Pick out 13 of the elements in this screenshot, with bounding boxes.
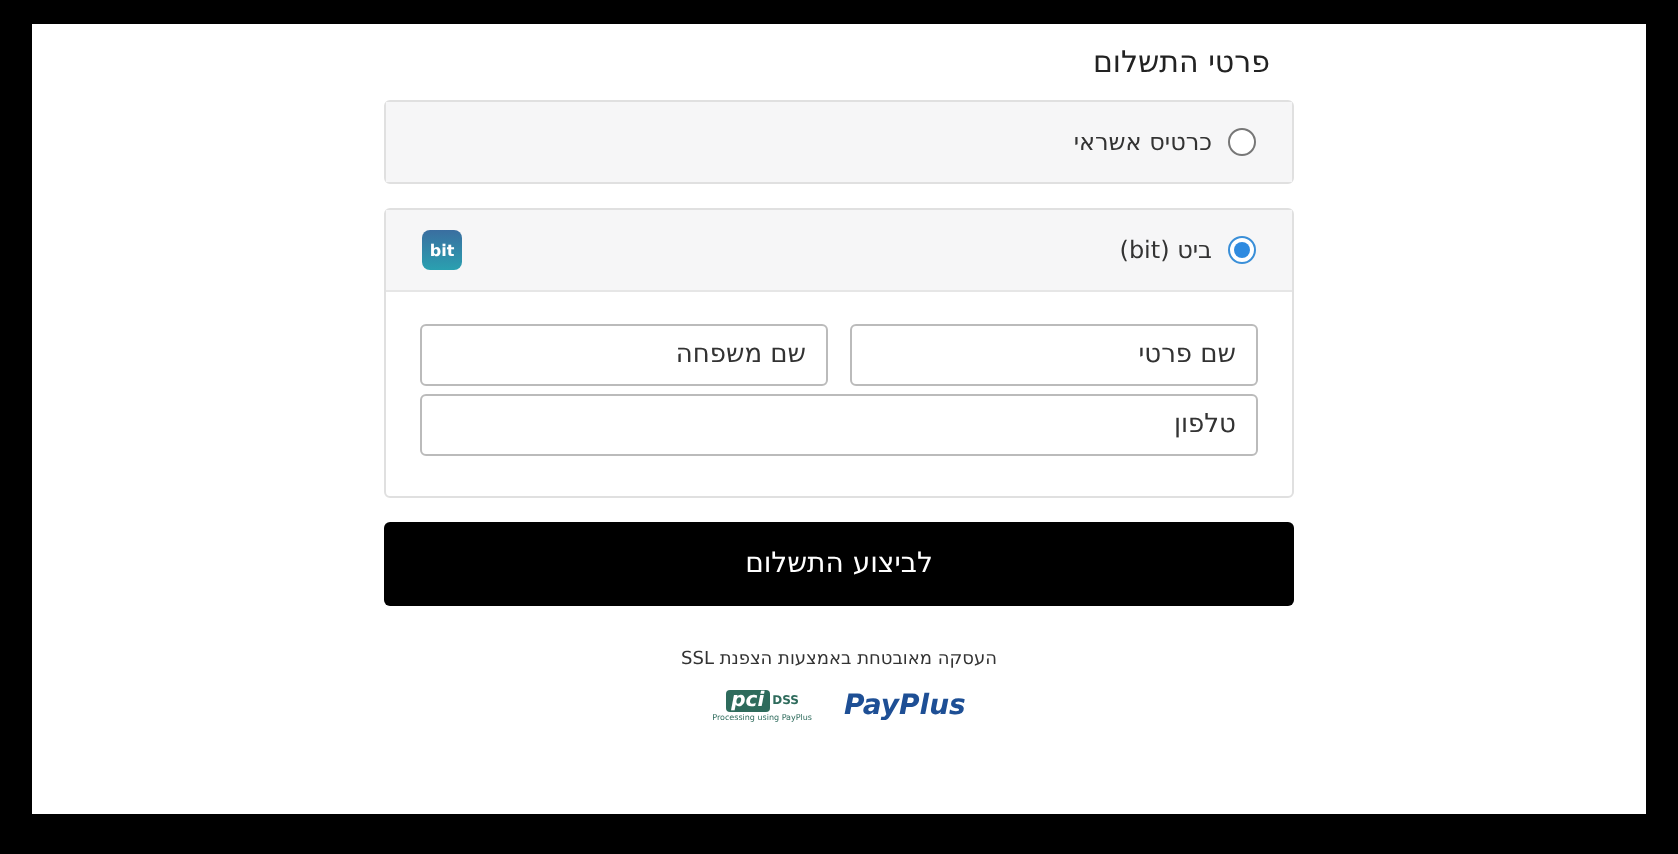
input-field[interactable]: שם משפחה <box>420 324 828 386</box>
option-label[interactable]: כרטיס אשראי <box>1073 128 1212 156</box>
radio-button[interactable] <box>1228 236 1256 264</box>
pci-logo-text: pci <box>725 690 771 712</box>
option-label[interactable]: ביט (bit) <box>1119 236 1212 264</box>
pay-button[interactable]: לביצוע התשלום <box>384 522 1294 606</box>
radio-button[interactable] <box>1228 128 1256 156</box>
security-note: העסקה מאובטחת באמצעות הצפנת SSL <box>681 650 997 670</box>
input-field[interactable]: טלפון <box>420 394 1258 456</box>
payplus-logo-text: PayPlus <box>844 690 966 722</box>
app-logo-icon: bit <box>422 230 462 270</box>
section-title: פרטי התשלום <box>1090 44 1272 80</box>
input-field[interactable]: שם פרטי <box>850 324 1258 386</box>
